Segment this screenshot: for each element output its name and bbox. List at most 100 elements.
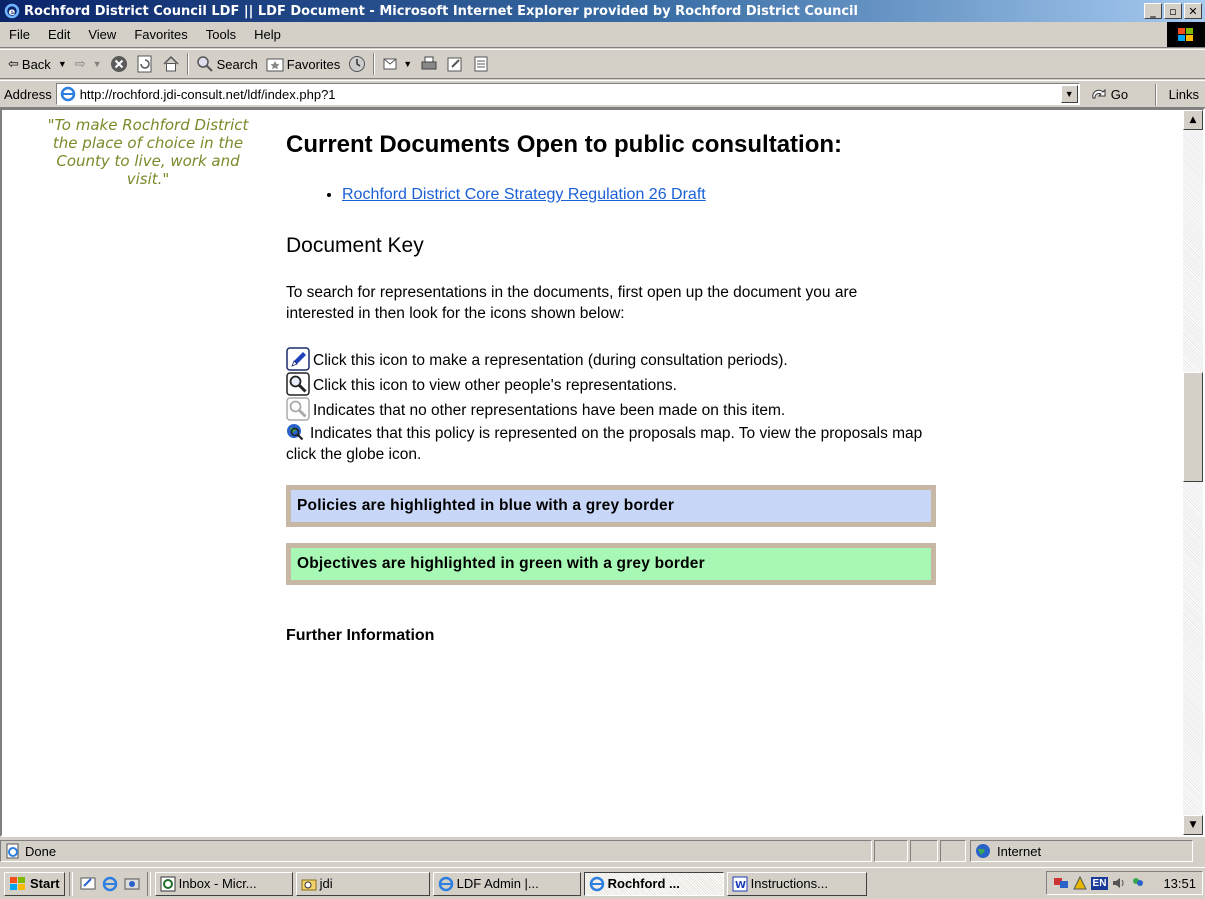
menu-tools[interactable]: Tools xyxy=(197,27,245,42)
key-text: Indicates that no other representations … xyxy=(313,402,786,419)
forward-button[interactable]: ⇨ ▼ xyxy=(71,52,106,76)
discuss-button[interactable] xyxy=(468,52,494,76)
status-text: Done xyxy=(25,843,57,859)
chevron-down-icon[interactable]: ▼ xyxy=(58,59,67,69)
maximize-button[interactable]: ▫ xyxy=(1164,3,1182,19)
stop-icon xyxy=(110,56,127,72)
language-indicator[interactable]: EN xyxy=(1090,876,1109,890)
task-instructions[interactable]: W Instructions... xyxy=(726,871,867,896)
menu-view[interactable]: View xyxy=(79,27,125,42)
status-panel xyxy=(874,840,908,862)
refresh-button[interactable] xyxy=(132,52,158,76)
task-label: Instructions... xyxy=(750,876,828,891)
start-label: Start xyxy=(30,876,60,891)
address-label: Address xyxy=(4,86,52,102)
address-url: http://rochford.jdi-consult.net/ldf/inde… xyxy=(79,86,336,102)
links-button[interactable]: Links xyxy=(1169,87,1199,102)
quicklaunch-separator xyxy=(68,871,73,896)
favorites-button[interactable]: Favorites xyxy=(262,52,344,76)
windows-flag-icon xyxy=(10,876,25,890)
close-button[interactable]: ✕ xyxy=(1184,3,1202,19)
further-information-heading: Further Information xyxy=(286,627,435,644)
menu-bar: File Edit View Favorites Tools Help xyxy=(0,22,1205,48)
address-dropdown-button[interactable]: ▼ xyxy=(1060,85,1078,103)
task-rochford[interactable]: Rochford ... xyxy=(583,871,724,896)
task-label: LDF Admin |... xyxy=(456,876,539,891)
title-bar: e Rochford District Council LDF || LDF D… xyxy=(0,0,1205,22)
key-text: Click this icon to make a representation… xyxy=(313,352,788,369)
back-arrow-icon: ⇦ xyxy=(8,56,19,71)
page-content: "To make Rochford District the place of … xyxy=(12,110,1180,835)
mail-button[interactable]: ▼ xyxy=(378,52,416,76)
history-button[interactable] xyxy=(344,52,370,76)
scroll-down-button[interactable]: ▼ xyxy=(1183,815,1203,835)
ie-icon: e xyxy=(4,3,20,19)
security-zone-panel: Internet xyxy=(970,840,1193,862)
chevron-down-icon[interactable]: ▼ xyxy=(403,59,412,69)
search-icon xyxy=(196,56,213,72)
edit-button[interactable] xyxy=(442,52,468,76)
svg-text:e: e xyxy=(9,7,16,18)
folder-search-icon xyxy=(301,879,317,890)
council-slogan: "To make Rochford District the place of … xyxy=(47,116,249,188)
ie-icon xyxy=(589,876,604,891)
show-desktop-icon[interactable] xyxy=(80,876,96,892)
search-button[interactable]: Search xyxy=(192,52,262,76)
mail-icon xyxy=(383,58,397,70)
scroll-thumb[interactable] xyxy=(1183,372,1203,482)
list-item: Rochford District Core Strategy Regulati… xyxy=(342,186,986,204)
chevron-down-icon[interactable]: ▼ xyxy=(93,59,102,69)
menu-file[interactable]: File xyxy=(0,27,39,42)
menu-favorites[interactable]: Favorites xyxy=(125,27,196,42)
start-button[interactable]: Start xyxy=(4,871,65,896)
page-done-icon xyxy=(6,843,19,859)
task-jdi[interactable]: jdi xyxy=(295,871,430,896)
vertical-scrollbar[interactable]: ▲ ▼ xyxy=(1183,110,1203,835)
home-button[interactable] xyxy=(158,52,184,76)
back-button[interactable]: ⇦ Back ▼ xyxy=(4,52,71,76)
menu-edit[interactable]: Edit xyxy=(39,27,79,42)
page-heading: Current Documents Open to public consult… xyxy=(286,131,843,158)
key-row-make-representation: Click this icon to make a representation… xyxy=(286,346,986,371)
taskbar: Start Inbox - Micr... jdi LDF Admin |...… xyxy=(0,867,1205,899)
address-input[interactable]: http://rochford.jdi-consult.net/ldf/inde… xyxy=(55,83,1080,105)
icon-key-list: Click this icon to make a representation… xyxy=(286,346,986,465)
key-row-view-representations: Click this icon to view other people's r… xyxy=(286,371,986,396)
key-row-proposals-map: Indicates that this policy is represente… xyxy=(286,423,926,465)
outlook-quicklaunch-icon[interactable] xyxy=(124,876,140,892)
minimize-button[interactable]: _ xyxy=(1144,3,1162,19)
history-icon xyxy=(349,56,366,72)
volume-icon[interactable] xyxy=(1111,875,1127,891)
key-text: Click this icon to view other people's r… xyxy=(313,377,677,394)
messenger-icon[interactable] xyxy=(1130,875,1146,891)
objective-highlight-sample: Objectives are highlighted in green with… xyxy=(286,543,936,585)
stop-button[interactable] xyxy=(106,52,132,76)
document-key-heading: Document Key xyxy=(286,234,424,257)
magnifier-grey-icon xyxy=(286,397,310,421)
ie-quicklaunch-icon[interactable] xyxy=(102,876,118,892)
go-button[interactable]: Go xyxy=(1090,86,1128,102)
printer-icon xyxy=(421,56,437,70)
antivirus-icon[interactable] xyxy=(1072,875,1088,891)
internet-globe-icon xyxy=(976,844,990,858)
scroll-up-button[interactable]: ▲ xyxy=(1183,110,1203,130)
status-panel xyxy=(940,840,966,862)
task-label: Inbox - Micr... xyxy=(178,876,257,891)
go-label: Go xyxy=(1110,86,1129,102)
key-text: Indicates that this policy is represente… xyxy=(286,425,923,463)
document-icon xyxy=(474,56,488,72)
magnifier-icon xyxy=(286,372,310,396)
toolbar-separator xyxy=(373,53,376,75)
print-button[interactable] xyxy=(416,52,442,76)
toolbar-separator xyxy=(186,53,189,75)
home-icon xyxy=(163,55,179,72)
task-inbox[interactable]: Inbox - Micr... xyxy=(154,871,293,896)
forward-arrow-icon: ⇨ xyxy=(74,56,86,71)
word-icon: W xyxy=(732,876,748,891)
task-ldf-admin[interactable]: LDF Admin |... xyxy=(432,871,581,896)
windows-logo-icon xyxy=(1167,22,1205,47)
menu-help[interactable]: Help xyxy=(245,27,290,42)
refresh-icon xyxy=(137,55,152,73)
core-strategy-document-link[interactable]: Rochford District Core Strategy Regulati… xyxy=(342,186,706,203)
network-icon[interactable] xyxy=(1053,875,1069,891)
